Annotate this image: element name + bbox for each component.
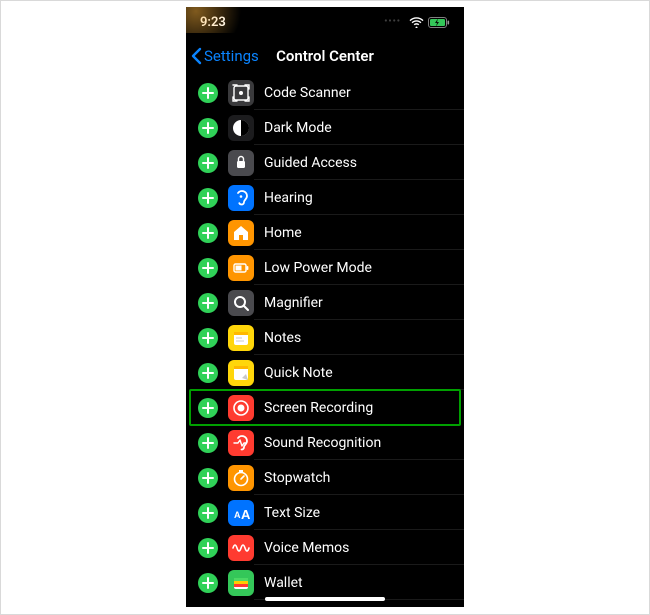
plus-icon: [202, 297, 214, 309]
list-item[interactable]: Code Scanner: [186, 75, 464, 110]
list-item[interactable]: Magnifier: [186, 285, 464, 320]
plus-icon: [202, 437, 214, 449]
list-item[interactable]: Hearing: [186, 180, 464, 215]
stopwatch-icon: [228, 465, 254, 491]
textsize-icon: A A: [228, 500, 254, 526]
add-button[interactable]: [198, 503, 218, 523]
guided-icon: [228, 150, 254, 176]
item-label: Voice Memos: [264, 540, 349, 556]
nav-header: Settings Control Center: [186, 37, 464, 75]
magnifier-icon: [228, 290, 254, 316]
list-item[interactable]: Wallet: [186, 565, 464, 600]
plus-icon: [202, 227, 214, 239]
list-item[interactable]: Guided Access: [186, 145, 464, 180]
plus-icon: [202, 262, 214, 274]
hearing-icon: [228, 185, 254, 211]
add-button[interactable]: [198, 573, 218, 593]
item-label: Text Size: [264, 505, 320, 521]
controls-list[interactable]: Code Scanner Dark Mode Guided Access: [186, 75, 464, 607]
svg-text:A: A: [234, 510, 241, 520]
item-label: Hearing: [264, 190, 313, 206]
list-item[interactable]: Dark Mode: [186, 110, 464, 145]
item-label: Wallet: [264, 575, 303, 591]
plus-icon: [202, 332, 214, 344]
plus-icon: [202, 577, 214, 589]
add-button[interactable]: [198, 188, 218, 208]
home-icon: [228, 220, 254, 246]
list-item[interactable]: Sound Recognition: [186, 425, 464, 460]
list-item[interactable]: Notes: [186, 320, 464, 355]
list-item[interactable]: Voice Memos: [186, 530, 464, 565]
lowpower-icon: [228, 255, 254, 281]
voicememos-icon: [228, 535, 254, 561]
wallet-icon: [228, 570, 254, 596]
item-label: Notes: [264, 330, 301, 346]
svg-text:A: A: [241, 507, 251, 522]
wifi-icon: [409, 17, 424, 28]
plus-icon: [202, 402, 214, 414]
item-label: Home: [264, 225, 302, 241]
add-button[interactable]: [198, 433, 218, 453]
plus-icon: [202, 192, 214, 204]
home-indicator[interactable]: [265, 597, 385, 601]
item-label: Dark Mode: [264, 120, 332, 136]
add-button[interactable]: [198, 118, 218, 138]
back-button[interactable]: Settings: [186, 47, 259, 65]
battery-icon: [428, 17, 450, 28]
quicknote-icon: [228, 360, 254, 386]
status-time: 9:23: [200, 15, 226, 30]
status-right: ••••: [384, 17, 450, 28]
plus-icon: [202, 87, 214, 99]
add-button[interactable]: [198, 258, 218, 278]
back-label: Settings: [204, 47, 259, 65]
plus-icon: [202, 542, 214, 554]
item-label: Code Scanner: [264, 85, 351, 101]
item-label: Low Power Mode: [264, 260, 372, 276]
list-item[interactable]: Stopwatch: [186, 460, 464, 495]
signal-dots-icon: ••••: [384, 17, 401, 27]
status-bar: 9:23 ••••: [186, 7, 464, 37]
item-label: Screen Recording: [264, 400, 373, 416]
plus-icon: [202, 122, 214, 134]
add-button[interactable]: [198, 328, 218, 348]
notes-icon: [228, 325, 254, 351]
item-label: Stopwatch: [264, 470, 330, 486]
phone-screen: 9:23 •••• Settings: [186, 7, 464, 607]
add-button[interactable]: [198, 398, 218, 418]
outer-frame: 9:23 •••• Settings: [0, 0, 650, 615]
darkmode-icon: [228, 115, 254, 141]
soundrec-icon: [228, 430, 254, 456]
add-button[interactable]: [198, 363, 218, 383]
chevron-left-icon: [190, 47, 202, 65]
item-label: Quick Note: [264, 365, 333, 381]
codescanner-icon: [228, 80, 254, 106]
add-button[interactable]: [198, 153, 218, 173]
plus-icon: [202, 472, 214, 484]
list-item[interactable]: Quick Note: [186, 355, 464, 390]
add-button[interactable]: [198, 83, 218, 103]
plus-icon: [202, 157, 214, 169]
list-item[interactable]: Screen Recording: [190, 390, 460, 425]
add-button[interactable]: [198, 223, 218, 243]
plus-icon: [202, 507, 214, 519]
add-button[interactable]: [198, 468, 218, 488]
plus-icon: [202, 367, 214, 379]
add-button[interactable]: [198, 538, 218, 558]
item-label: Sound Recognition: [264, 435, 381, 451]
item-label: Guided Access: [264, 155, 357, 171]
list-item[interactable]: Home: [186, 215, 464, 250]
item-label: Magnifier: [264, 295, 323, 311]
list-item[interactable]: A A Text Size: [186, 495, 464, 530]
add-button[interactable]: [198, 293, 218, 313]
list-item[interactable]: Low Power Mode: [186, 250, 464, 285]
record-icon: [228, 395, 254, 421]
